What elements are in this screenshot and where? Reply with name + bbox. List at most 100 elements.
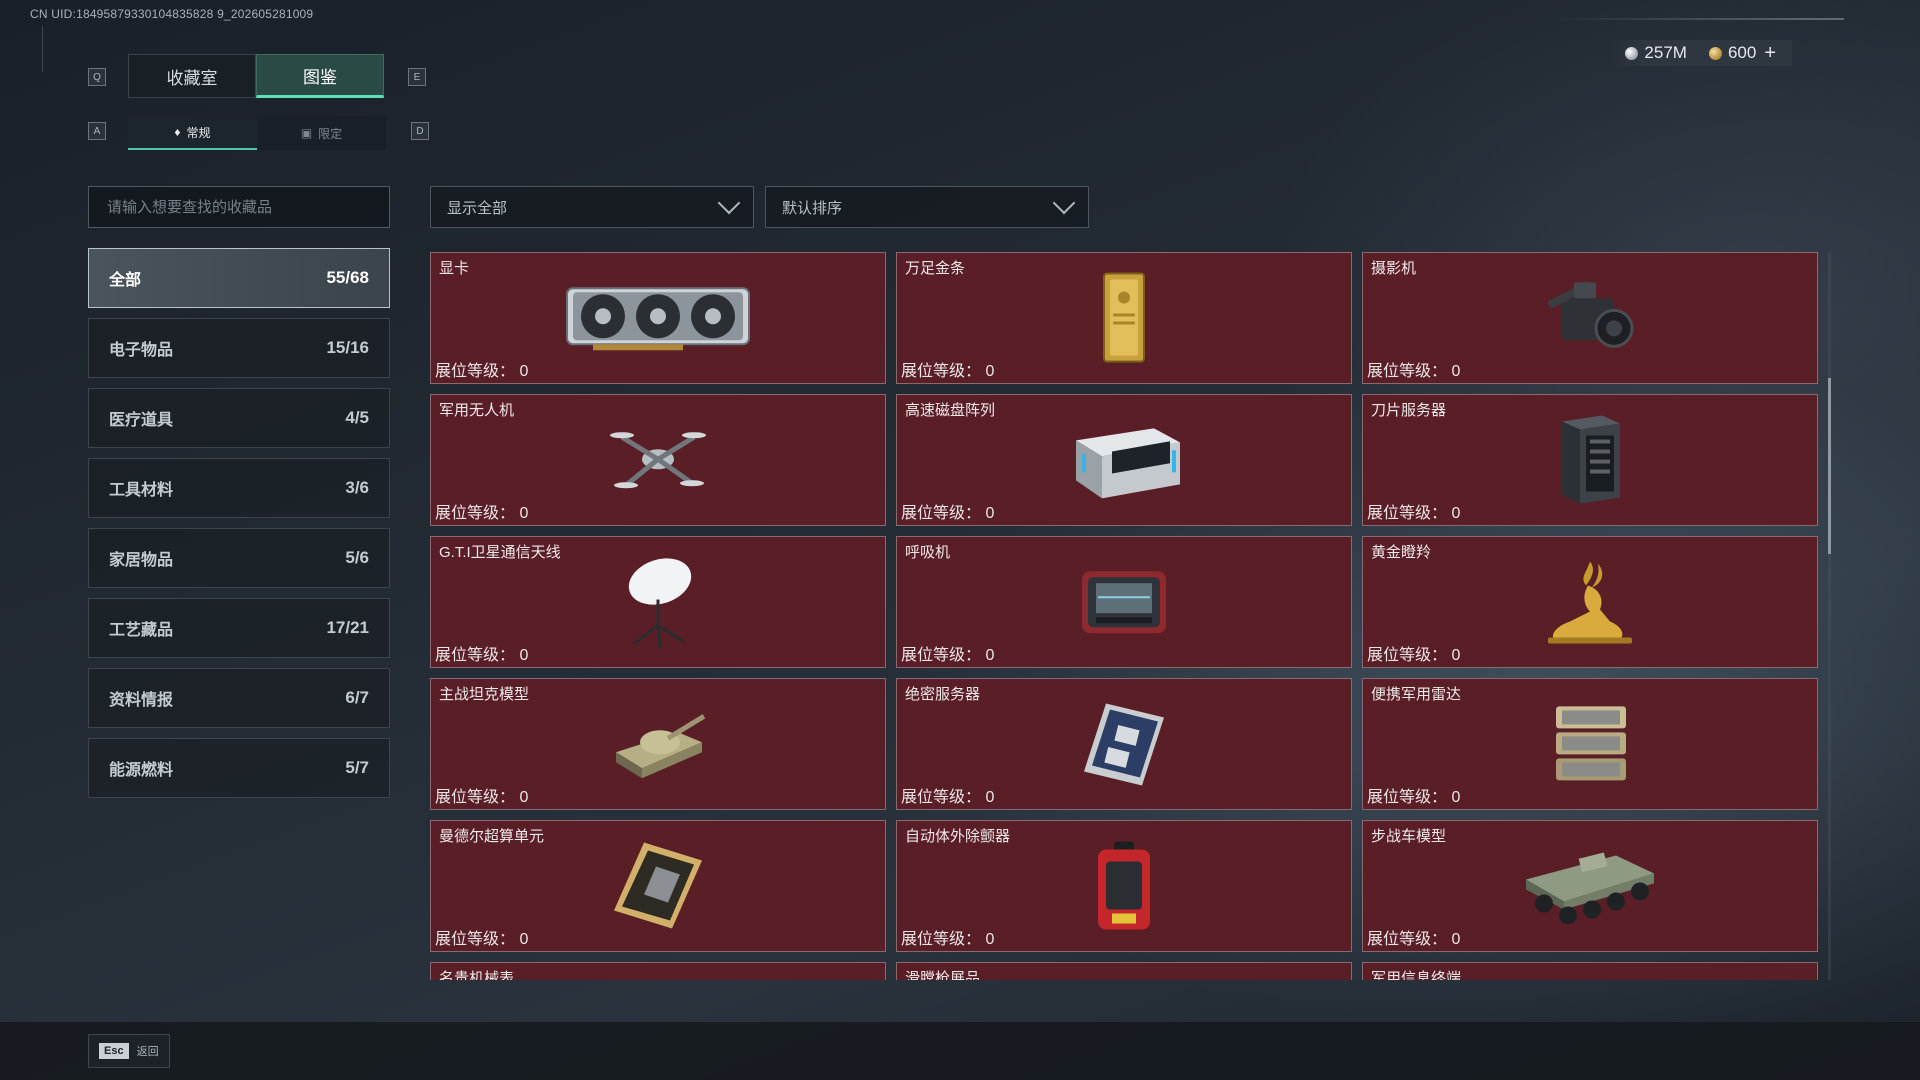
tab-catalog[interactable]: 图鉴 xyxy=(256,54,384,98)
key-hint-e: E xyxy=(408,68,426,86)
category-name: 工具材料 xyxy=(109,482,174,499)
category-count: 5/7 xyxy=(345,758,369,777)
level-label: 展位等级： xyxy=(1367,363,1448,380)
item-card[interactable]: 滑膛枪展品 xyxy=(896,962,1352,980)
grid-scrollbar[interactable] xyxy=(1828,252,1831,980)
level-label: 展位等级： xyxy=(435,647,516,664)
item-card[interactable]: 自动体外除颤器 展位等级： 0 xyxy=(896,820,1352,952)
item-card[interactable]: 步战车模型 展位等级： 0 xyxy=(1362,820,1818,952)
sort-dropdown-value: 默认排序 xyxy=(782,199,843,217)
level-value: 0 xyxy=(519,505,529,522)
level-value: 0 xyxy=(985,931,995,948)
item-name: 刀片服务器 xyxy=(1371,402,1447,419)
category-intel[interactable]: 资料情报 6/7 xyxy=(88,668,390,728)
level-label: 展位等级： xyxy=(901,505,982,522)
category-name: 工艺藏品 xyxy=(109,622,174,639)
level-value: 0 xyxy=(1451,931,1461,948)
item-name: 曼德尔超算单元 xyxy=(439,828,545,845)
item-level: 展位等级： 0 xyxy=(901,499,994,523)
item-card[interactable]: 主战坦克模型 展位等级： 0 xyxy=(430,678,886,810)
tab-collection-room[interactable]: 收藏室 xyxy=(128,54,256,98)
level-value: 0 xyxy=(1451,789,1461,806)
item-card[interactable]: 摄影机 展位等级： 0 xyxy=(1362,252,1818,384)
item-level: 展位等级： 0 xyxy=(435,357,528,381)
item-card[interactable]: 军用无人机 展位等级： 0 xyxy=(430,394,886,526)
subtab-regular[interactable]: ♦ 常规 xyxy=(128,116,257,150)
category-name: 电子物品 xyxy=(109,342,174,359)
flame-icon: ♦ xyxy=(174,125,181,139)
item-name: 黄金瞪羚 xyxy=(1371,544,1432,561)
item-level: 展位等级： 0 xyxy=(901,925,994,949)
item-card[interactable]: 便携军用雷达 展位等级： 0 xyxy=(1362,678,1818,810)
item-name: 显卡 xyxy=(439,260,470,277)
scrollbar-thumb[interactable] xyxy=(1828,378,1831,554)
item-level: 展位等级： 0 xyxy=(901,357,994,381)
category-count: 3/6 xyxy=(345,478,369,497)
blade-server-icon xyxy=(1552,412,1628,513)
key-hint-a: A xyxy=(88,122,106,140)
gold-currency[interactable]: 600 + xyxy=(1708,42,1776,65)
subtab-limited-label: 限定 xyxy=(318,126,343,141)
item-card[interactable]: 曼德尔超算单元 展位等级： 0 xyxy=(430,820,886,952)
item-card[interactable]: 军用信息终端 xyxy=(1362,962,1818,980)
filter-dropdown[interactable]: 显示全部 xyxy=(430,186,754,228)
defibrillator-icon xyxy=(1092,838,1156,939)
category-count: 4/5 xyxy=(345,408,369,427)
gold-amount: 600 xyxy=(1727,43,1757,62)
level-label: 展位等级： xyxy=(901,789,982,806)
item-card[interactable]: G.T.I卫星通信天线 展位等级： 0 xyxy=(430,536,886,668)
item-name: 自动体外除颤器 xyxy=(905,828,1011,845)
item-name: 军用信息终端 xyxy=(1371,970,1462,980)
sort-dropdown[interactable]: 默认排序 xyxy=(765,186,1089,228)
category-count: 5/6 xyxy=(345,548,369,567)
level-value: 0 xyxy=(1451,505,1461,522)
item-level: 展位等级： 0 xyxy=(1367,925,1460,949)
item-card[interactable]: 刀片服务器 展位等级： 0 xyxy=(1362,394,1818,526)
item-name: G.T.I卫星通信天线 xyxy=(439,544,561,561)
item-card[interactable]: 绝密服务器 展位等级： 0 xyxy=(896,678,1352,810)
category-crafts[interactable]: 工艺藏品 17/21 xyxy=(88,598,390,658)
item-card[interactable]: 高速磁盘阵列 展位等级： 0 xyxy=(896,394,1352,526)
category-energy[interactable]: 能源燃料 5/7 xyxy=(88,738,390,798)
disk-array-icon xyxy=(1062,416,1186,507)
item-level: 展位等级： 0 xyxy=(1367,783,1460,807)
category-name: 全部 xyxy=(109,272,142,289)
back-button[interactable]: Esc 返回 xyxy=(88,1034,170,1068)
search-box[interactable] xyxy=(88,186,390,228)
item-level: 展位等级： 0 xyxy=(1367,499,1460,523)
radar-icon xyxy=(1542,698,1638,793)
top-decoration-line xyxy=(1554,18,1844,20)
level-label: 展位等级： xyxy=(901,647,982,664)
currency-bar: 257M 600 + xyxy=(1609,40,1792,66)
category-medical[interactable]: 医疗道具 4/5 xyxy=(88,388,390,448)
category-tools[interactable]: 工具材料 3/6 xyxy=(88,458,390,518)
satellite-dish-icon xyxy=(618,554,698,655)
item-level: 展位等级： 0 xyxy=(435,499,528,523)
item-name: 滑膛枪展品 xyxy=(905,970,981,980)
item-card[interactable]: 显卡 展位等级： 0 xyxy=(430,252,886,384)
tank-model-icon xyxy=(608,702,708,789)
category-household[interactable]: 家居物品 5/6 xyxy=(88,528,390,588)
category-electronics[interactable]: 电子物品 15/16 xyxy=(88,318,390,378)
level-value: 0 xyxy=(985,363,995,380)
sub-tabs: ♦ 常规 ▣ 限定 xyxy=(128,116,386,150)
item-card[interactable]: 万足金条 展位等级： 0 xyxy=(896,252,1352,384)
item-card[interactable]: 名贵机械表 xyxy=(430,962,886,980)
level-label: 展位等级： xyxy=(435,505,516,522)
subtab-limited[interactable]: ▣ 限定 xyxy=(257,116,386,150)
category-list: 全部 55/68 电子物品 15/16 医疗道具 4/5 工具材料 3/6 家居… xyxy=(88,248,390,808)
back-label: 返回 xyxy=(136,1046,159,1058)
item-card[interactable]: 呼吸机 展位等级： 0 xyxy=(896,536,1352,668)
item-name: 万足金条 xyxy=(905,260,966,277)
item-level: 展位等级： 0 xyxy=(435,925,528,949)
item-level: 展位等级： 0 xyxy=(901,783,994,807)
add-currency-button[interactable]: + xyxy=(1764,42,1776,65)
bottom-bar xyxy=(0,1022,1920,1080)
level-label: 展位等级： xyxy=(1367,789,1448,806)
category-all[interactable]: 全部 55/68 xyxy=(88,248,390,308)
item-card[interactable]: 黄金瞪羚 展位等级： 0 xyxy=(1362,536,1818,668)
level-value: 0 xyxy=(985,505,995,522)
item-name: 呼吸机 xyxy=(905,544,951,561)
item-grid-viewport[interactable]: 显卡 展位等级： 0 万足金条 展位等级： 0 摄影机 展位等级： 0 军用无人… xyxy=(430,252,1820,980)
search-input[interactable] xyxy=(105,197,373,217)
